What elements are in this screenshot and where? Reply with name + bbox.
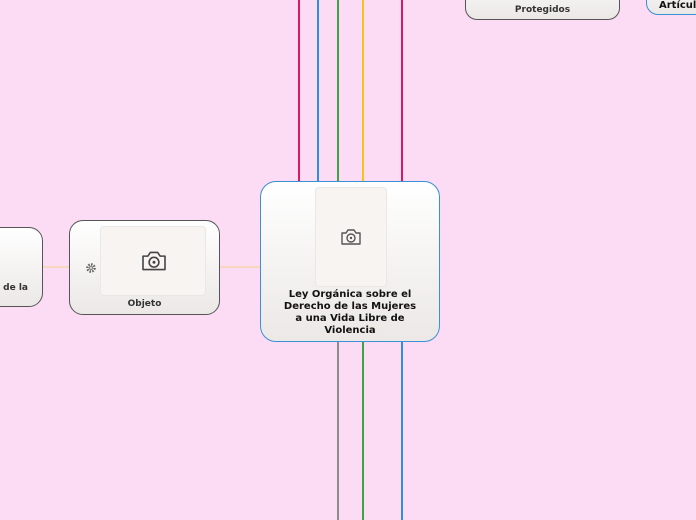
camera-icon (341, 229, 361, 245)
right-partial-label: Artícul (659, 0, 696, 11)
objeto-image-placeholder (100, 226, 206, 296)
central-topic-label: Ley Orgánica sobre el Derecho de las Muj… (283, 289, 417, 336)
central-image-placeholder (315, 187, 387, 287)
top-partial-label: Protegidos (514, 5, 571, 15)
objeto-node[interactable]: Objeto (69, 220, 220, 315)
camera-icon (142, 251, 166, 271)
top-partial-node[interactable]: Protegidos (465, 0, 620, 20)
central-topic-node[interactable]: Ley Orgánica sobre el Derecho de las Muj… (260, 181, 440, 342)
left-partial-label: de la (3, 283, 28, 293)
left-partial-node[interactable]: de la (0, 227, 43, 307)
objeto-label: Objeto (127, 299, 162, 309)
gear-icon (86, 263, 96, 273)
right-partial-node[interactable]: Artícul (646, 0, 696, 15)
